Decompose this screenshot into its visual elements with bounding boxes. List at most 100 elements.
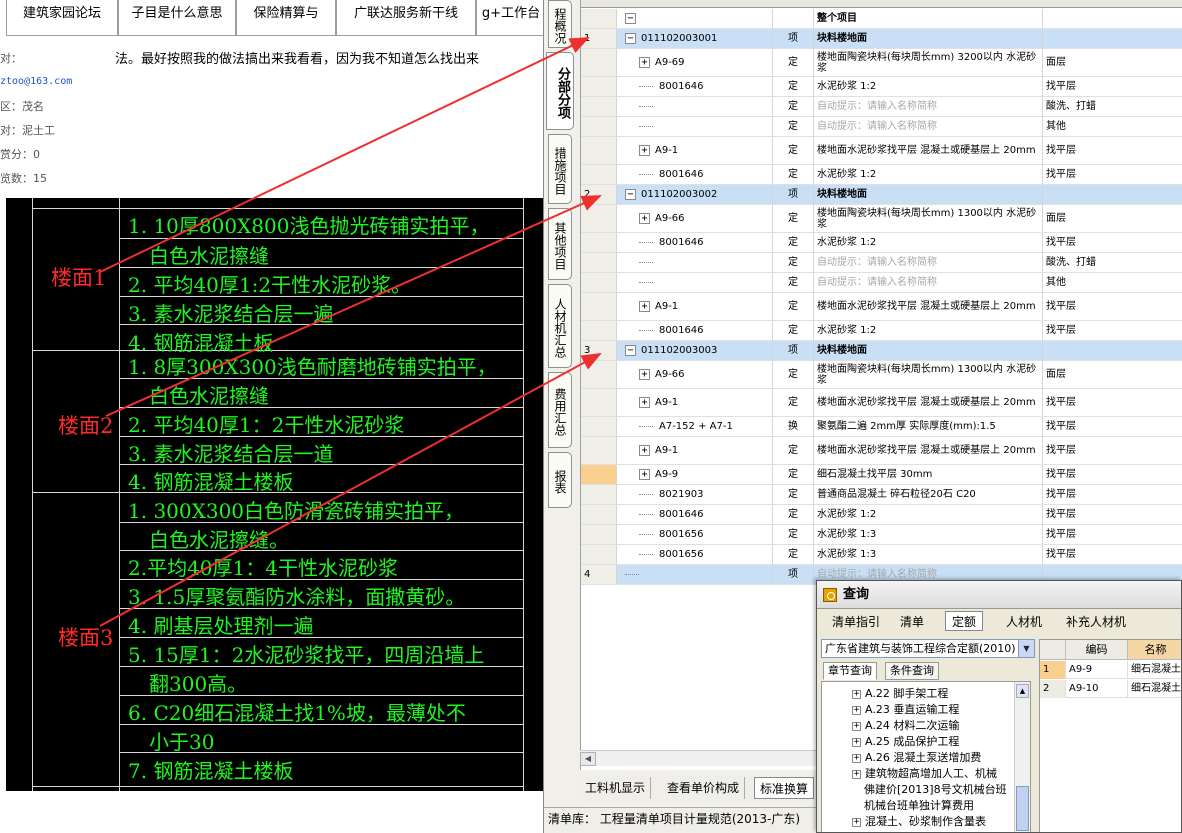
result-row[interactable]: 1 A9-9 细石混凝土 (1040, 661, 1181, 679)
row-category[interactable] (773, 9, 814, 28)
row-name[interactable]: 楼地面陶瓷块料(每块周长mm) 1300以内 水泥砂浆 (814, 205, 1043, 232)
row-code[interactable]: −011102003001 (617, 29, 773, 48)
row-number[interactable] (581, 293, 617, 320)
row-code[interactable]: −011102003003 (617, 341, 773, 360)
row-category[interactable]: 项 (773, 29, 814, 48)
row-code[interactable] (617, 253, 773, 272)
row-category[interactable]: 定 (773, 273, 814, 292)
row-code[interactable]: 8001646 (617, 321, 773, 340)
tree-item[interactable]: 机械台班单独计算费用 (864, 798, 974, 814)
row-name[interactable]: 整个项目 (814, 9, 1043, 28)
row-name[interactable]: 块料楼地面 (814, 185, 1043, 204)
row-feature[interactable]: 面层 (1043, 361, 1182, 388)
scroll-thumb[interactable] (1016, 786, 1029, 831)
row-code[interactable] (617, 117, 773, 136)
row-code[interactable]: 8001646 (617, 505, 773, 524)
row-number[interactable] (581, 49, 617, 76)
row-feature[interactable]: 找平层 (1043, 545, 1182, 564)
row-code[interactable]: 8001646 (617, 77, 773, 96)
row-name[interactable]: 块料楼地面 (814, 29, 1043, 48)
table-row[interactable]: 8021903 定普通商品混凝土 碎石粒径20石 C20 找平层 (581, 485, 1182, 505)
collapse-icon[interactable]: − (625, 345, 636, 356)
row-code[interactable] (617, 565, 773, 584)
expand-icon[interactable]: + (639, 469, 650, 480)
row-category[interactable]: 项 (773, 565, 814, 584)
row-code[interactable]: 8001646 (617, 165, 773, 184)
collapse-icon[interactable]: − (625, 33, 636, 44)
expand-icon[interactable]: + (852, 689, 861, 699)
row-name[interactable]: 聚氨酯二遍 2mm厚 实际厚度(mm):1.5 (814, 417, 1043, 436)
row-category[interactable]: 定 (773, 233, 814, 252)
row-number[interactable] (581, 205, 617, 232)
subtab-condition-query[interactable]: 条件查询 (885, 662, 939, 680)
table-row[interactable]: 定自动提示：请输入名称简称 酸洗、打蜡 (581, 253, 1182, 273)
vtab-measures[interactable]: 措施项目 (548, 134, 572, 204)
tree-item[interactable]: + A.26 混凝土泵送增加费 (852, 750, 981, 766)
row-category[interactable]: 定 (773, 97, 814, 116)
row-feature[interactable]: 其他 (1043, 117, 1182, 136)
dtab-resources[interactable]: 人材机 (999, 611, 1049, 631)
row-code[interactable]: + A9-1 (617, 137, 773, 164)
row-category[interactable]: 定 (773, 525, 814, 544)
row-feature[interactable]: 找平层 (1043, 505, 1182, 524)
table-row[interactable]: + A9-1 定楼地面水泥砂浆找平层 混凝土或硬基层上 20mm 找平层 (581, 389, 1182, 417)
expand-icon[interactable]: + (852, 737, 861, 747)
bill-item-row[interactable]: 2−011102003002 项块料楼地面 (581, 185, 1182, 205)
row-feature[interactable]: 找平层 (1043, 77, 1182, 96)
forum-tab-3[interactable]: 广联达服务新干线 (336, 0, 476, 36)
row-feature[interactable]: 找平层 (1043, 485, 1182, 504)
table-row[interactable]: 定自动提示：请输入名称简称 其他 (581, 117, 1182, 137)
row-number[interactable] (581, 321, 617, 340)
expand-icon[interactable]: + (639, 57, 650, 68)
row-category[interactable]: 定 (773, 49, 814, 76)
row-feature[interactable] (1043, 9, 1182, 28)
row-feature[interactable]: 找平层 (1043, 525, 1182, 544)
row-category[interactable]: 定 (773, 117, 814, 136)
tab-labor-material[interactable]: 工料机显示 (580, 777, 652, 799)
row-category[interactable]: 定 (773, 485, 814, 504)
forum-tab-0[interactable]: 建筑家园论坛 (6, 0, 118, 36)
forum-tab-4[interactable]: g+工作台 (476, 0, 543, 36)
row-name[interactable]: 水泥砂浆 1:2 (814, 77, 1043, 96)
expand-icon[interactable]: + (852, 721, 861, 731)
row-category[interactable]: 定 (773, 77, 814, 96)
subtab-chapter-query[interactable]: 章节查询 (823, 662, 877, 680)
vtab-sections[interactable]: 分部分项 (546, 52, 574, 130)
expand-icon[interactable]: + (639, 369, 650, 380)
tree-item[interactable]: + A.23 垂直运输工程 (852, 702, 959, 718)
row-category[interactable]: 定 (773, 321, 814, 340)
row-category[interactable]: 定 (773, 293, 814, 320)
quota-library-select[interactable]: 广东省建筑与装饰工程综合定额(2010) ▼ (821, 639, 1035, 658)
row-feature[interactable]: 找平层 (1043, 321, 1182, 340)
row-number[interactable]: 3 (581, 341, 617, 360)
table-row[interactable]: 8001646 定水泥砂浆 1:2 找平层 (581, 321, 1182, 341)
row-code[interactable] (617, 273, 773, 292)
table-row[interactable]: 8001646 定水泥砂浆 1:2 找平层 (581, 165, 1182, 185)
row-code[interactable]: −011102003002 (617, 185, 773, 204)
table-row[interactable]: 8001656 定水泥砂浆 1:3 找平层 (581, 545, 1182, 565)
row-name[interactable]: 水泥砂浆 1:3 (814, 545, 1043, 564)
row-category[interactable]: 定 (773, 253, 814, 272)
table-row[interactable]: + A9-69 定楼地面陶瓷块料(每块周长mm) 3200以内 水泥砂浆 面层 (581, 49, 1182, 77)
row-name[interactable]: 水泥砂浆 1:2 (814, 165, 1043, 184)
row-name[interactable]: 楼地面陶瓷块料(每块周长mm) 1300以内 水泥砂浆 (814, 361, 1043, 388)
row-category[interactable]: 项 (773, 185, 814, 204)
row-number[interactable] (581, 273, 617, 292)
tree-item[interactable]: + A.22 脚手架工程 (852, 686, 948, 702)
row-name[interactable]: 块料楼地面 (814, 341, 1043, 360)
table-row[interactable]: + A9-1 定楼地面水泥砂浆找平层 混凝土或硬基层上 20mm 找平层 (581, 137, 1182, 165)
table-row[interactable]: 定自动提示：请输入名称简称 其他 (581, 273, 1182, 293)
row-category[interactable]: 换 (773, 417, 814, 436)
tree-item[interactable]: + 建筑物超高增加人工、机械 (852, 766, 997, 782)
table-row[interactable]: + A9-66 定楼地面陶瓷块料(每块周长mm) 1300以内 水泥砂浆 面层 (581, 361, 1182, 389)
dialog-title-bar[interactable]: 查询 (817, 581, 1181, 609)
tab-unit-price[interactable]: 查看单价构成 (662, 777, 746, 799)
row-code[interactable]: + A9-1 (617, 437, 773, 464)
row-category[interactable]: 定 (773, 361, 814, 388)
row-name[interactable]: 水泥砂浆 1:2 (814, 233, 1043, 252)
horizontal-scrollbar[interactable]: ◀ (580, 750, 852, 766)
row-code[interactable]: 8021903 (617, 485, 773, 504)
row-category[interactable]: 定 (773, 545, 814, 564)
row-feature[interactable]: 找平层 (1043, 165, 1182, 184)
row-name[interactable]: 楼地面水泥砂浆找平层 混凝土或硬基层上 20mm (814, 137, 1043, 164)
